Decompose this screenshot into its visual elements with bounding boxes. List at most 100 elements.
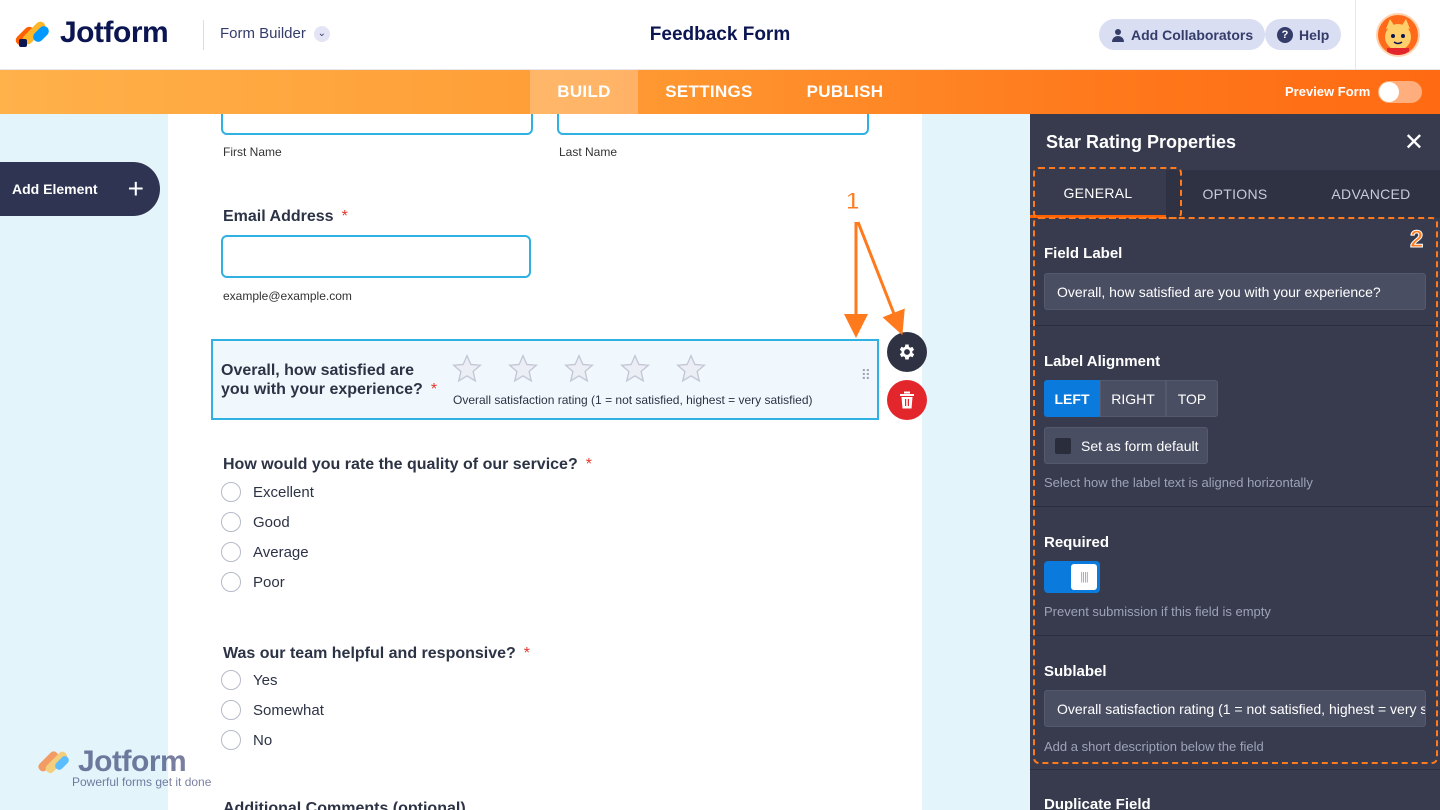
- star-rating-field[interactable]: Overall, how satisfied are you with your…: [211, 339, 879, 420]
- field-properties-button[interactable]: [887, 332, 927, 372]
- team-question-label: Was our team helpful and responsive? *: [223, 645, 530, 663]
- form-builder-dropdown[interactable]: Form Builder ⌄: [220, 25, 330, 42]
- user-icon: [1112, 28, 1124, 42]
- set-form-default-label: Set as form default: [1081, 437, 1199, 454]
- add-element-button[interactable]: Add Element +: [0, 162, 160, 216]
- radio-circle[interactable]: [221, 670, 241, 690]
- header-separator: [1355, 0, 1356, 70]
- form-canvas: First Name Last Name Email Address * exam…: [168, 114, 922, 810]
- radio-option[interactable]: Excellent: [221, 482, 314, 502]
- radio-option[interactable]: No: [221, 730, 272, 750]
- radio-label: Excellent: [253, 483, 314, 501]
- annotation-marker-2: 2: [1409, 226, 1424, 254]
- field-label-input[interactable]: Overall, how satisfied are you with your…: [1044, 273, 1426, 310]
- help-label: Help: [1299, 26, 1330, 43]
- email-label-text: Email Address: [223, 208, 334, 225]
- toggle-knob: [1379, 82, 1399, 102]
- star-icon[interactable]: [619, 353, 651, 385]
- brand-name: Jotform: [60, 16, 169, 49]
- first-name-input[interactable]: [221, 114, 533, 135]
- team-question-text: Was our team helpful and responsive?: [223, 645, 516, 662]
- duplicate-field-title: Duplicate Field: [1044, 796, 1151, 810]
- required-asterisk: *: [430, 381, 438, 398]
- required-asterisk: *: [341, 208, 348, 225]
- form-builder-label: Form Builder: [220, 25, 306, 42]
- radio-option[interactable]: Poor: [221, 572, 285, 592]
- tab-general[interactable]: GENERAL: [1030, 170, 1166, 218]
- radio-label: Yes: [253, 671, 278, 689]
- header-divider: [203, 20, 204, 50]
- drag-handle-icon[interactable]: ⠿: [861, 368, 871, 382]
- radio-option[interactable]: Yes: [221, 670, 277, 690]
- tab-settings[interactable]: SETTINGS: [652, 70, 766, 114]
- field-label-section: Field Label Overall, how satisfied are y…: [1030, 218, 1440, 326]
- star-rating-properties-panel: Star Rating Properties ✕ GENERAL OPTIONS…: [1030, 114, 1440, 810]
- star-rating-label-text: Overall, how satisfied are you with your…: [221, 362, 423, 398]
- label-alignment-help: Select how the label text is aligned hor…: [1044, 475, 1313, 490]
- radio-label: No: [253, 731, 273, 749]
- star-rating-label: Overall, how satisfied are you with your…: [221, 361, 441, 399]
- email-label: Email Address *: [223, 208, 348, 226]
- toggle-knob: ||||: [1071, 564, 1097, 590]
- quality-question-label: How would you rate the quality of our se…: [223, 456, 592, 474]
- radio-circle[interactable]: [221, 512, 241, 532]
- required-help: Prevent submission if this field is empt…: [1044, 604, 1271, 619]
- radio-option[interactable]: Good: [221, 512, 290, 532]
- avatar[interactable]: [1376, 13, 1420, 57]
- required-asterisk: *: [585, 456, 592, 473]
- radio-label: Average: [253, 543, 309, 561]
- watermark-tagline: Powerful forms get it done: [72, 775, 212, 789]
- tab-options[interactable]: OPTIONS: [1167, 170, 1303, 218]
- last-name-input[interactable]: [557, 114, 869, 135]
- comments-question-label: Additional Comments (optional): [223, 800, 466, 810]
- radio-circle[interactable]: [221, 730, 241, 750]
- radio-circle[interactable]: [221, 482, 241, 502]
- radio-circle[interactable]: [221, 700, 241, 720]
- radio-circle[interactable]: [221, 542, 241, 562]
- star-icon[interactable]: [675, 353, 707, 385]
- help-button[interactable]: ? Help: [1265, 19, 1342, 50]
- radio-option[interactable]: Somewhat: [221, 700, 324, 720]
- add-collaborators-button[interactable]: Add Collaborators: [1099, 19, 1266, 50]
- radio-circle[interactable]: [221, 572, 241, 592]
- star-icon[interactable]: [507, 353, 539, 385]
- jotform-logo-icon: [13, 17, 51, 49]
- sublabel-help: Add a short description below the field: [1044, 739, 1264, 754]
- panel-title: Star Rating Properties: [1046, 132, 1237, 152]
- sublabel-section: Sublabel Overall satisfaction rating (1 …: [1030, 636, 1440, 770]
- jotform-logo[interactable]: Jotform: [13, 16, 169, 50]
- preview-form-label: Preview Form: [1285, 84, 1371, 99]
- trash-icon: [900, 391, 914, 409]
- chevron-down-icon: ⌄: [313, 25, 330, 42]
- set-form-default-checkbox[interactable]: Set as form default: [1044, 427, 1208, 464]
- radio-option[interactable]: Average: [221, 542, 309, 562]
- tab-publish[interactable]: PUBLISH: [794, 70, 896, 114]
- required-section: Required |||| Prevent submission if this…: [1030, 507, 1440, 636]
- star-icon[interactable]: [451, 353, 483, 385]
- quality-question-text: How would you rate the quality of our se…: [223, 456, 578, 473]
- label-alignment-section: Label Alignment LEFT RIGHT TOP Set as fo…: [1030, 326, 1440, 507]
- watermark-brand: Jotform: [78, 745, 187, 778]
- last-name-sublabel: Last Name: [559, 145, 618, 159]
- required-title: Required: [1044, 534, 1110, 551]
- tab-build[interactable]: BUILD: [530, 70, 638, 114]
- first-name-sublabel: First Name: [223, 145, 282, 159]
- gear-icon: [899, 344, 915, 360]
- tab-advanced[interactable]: ADVANCED: [1303, 170, 1439, 218]
- email-field[interactable]: [221, 235, 531, 278]
- align-left-button[interactable]: LEFT: [1044, 380, 1100, 417]
- label-alignment-title: Label Alignment: [1044, 353, 1161, 370]
- sublabel-input[interactable]: Overall satisfaction rating (1 = not sat…: [1044, 690, 1426, 727]
- close-icon[interactable]: ✕: [1404, 128, 1424, 157]
- required-toggle[interactable]: ||||: [1044, 561, 1100, 593]
- radio-label: Somewhat: [253, 701, 324, 719]
- align-top-button[interactable]: TOP: [1166, 380, 1218, 417]
- star-icon[interactable]: [563, 353, 595, 385]
- preview-form-toggle[interactable]: [1378, 81, 1422, 103]
- checkbox-box[interactable]: [1055, 437, 1071, 454]
- jotform-logo-icon: [38, 751, 69, 774]
- align-right-button[interactable]: RIGHT: [1100, 380, 1166, 417]
- radio-label: Poor: [253, 573, 285, 591]
- question-icon: ?: [1277, 26, 1293, 43]
- delete-field-button[interactable]: [887, 380, 927, 420]
